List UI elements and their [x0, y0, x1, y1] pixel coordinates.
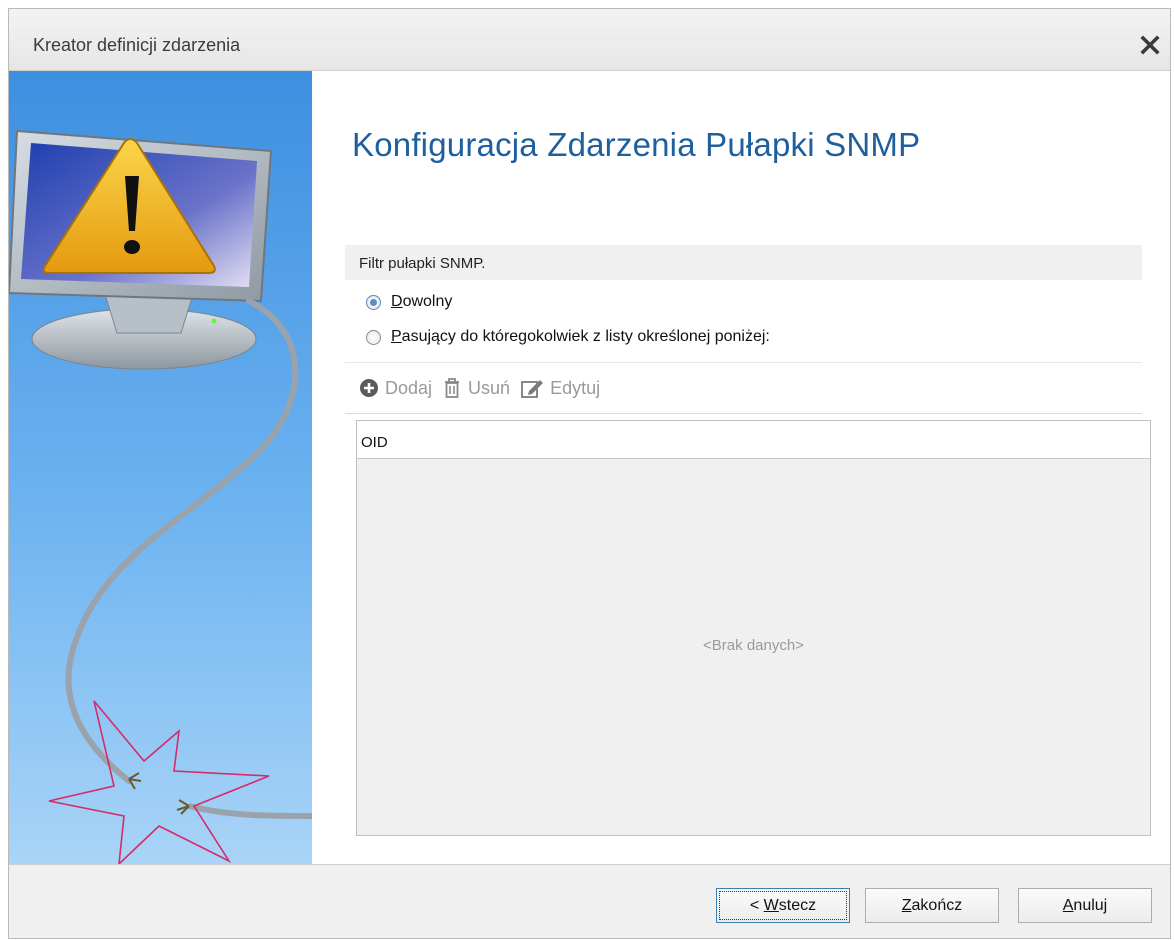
radio-option-list-match[interactable]: Pasujący do któregokolwiek z listy okreś…	[366, 324, 770, 350]
radio-option-list-match-label: Pasujący do któregokolwiek z listy okreś…	[391, 328, 770, 345]
cancel-button-mnemonic: A	[1062, 896, 1074, 914]
radio-unchecked-icon[interactable]	[366, 329, 381, 345]
trash-icon	[445, 378, 460, 398]
cancel-button[interactable]: Anuluj	[1018, 888, 1152, 923]
finish-button-mnemonic: Z	[901, 896, 912, 914]
plus-circle-icon	[360, 379, 378, 397]
close-icon[interactable]	[1136, 31, 1164, 59]
column-header-oid[interactable]: OID	[361, 434, 388, 451]
back-button-rest: stecz	[778, 896, 817, 914]
back-button-mnemonic: W	[763, 896, 779, 914]
radio-checked-icon[interactable]	[366, 294, 381, 310]
filter-group-header: Filtr pułapki SNMP.	[345, 245, 1142, 280]
finish-button-rest: akończ	[911, 896, 963, 914]
back-button-prefix: <	[749, 896, 764, 914]
cancel-button-rest: nuluj	[1073, 896, 1108, 914]
grid-empty-text: <Brak danych>	[703, 637, 804, 654]
oid-grid[interactable]: OID <Brak danych>	[356, 420, 1151, 836]
wizard-footer: < Wstecz Zakończ Anuluj	[9, 864, 1170, 938]
radio-option-any-label: Dowolny	[391, 293, 453, 310]
wizard-dialog: Kreator definicji zdarzenia Konfiguracja…	[8, 8, 1171, 939]
oid-toolbar: Dodaj Usuń Edytuj	[345, 362, 1142, 414]
back-button[interactable]: < Wstecz	[716, 888, 850, 923]
finish-button[interactable]: Zakończ	[865, 888, 999, 923]
delete-button-label: Usuń	[468, 377, 511, 398]
wizard-side-illustration	[9, 71, 312, 864]
radio-option-any[interactable]: Dowolny	[366, 289, 452, 315]
page-title: Konfiguracja Zdarzenia Pułapki SNMP	[352, 126, 921, 163]
delete-button[interactable]: Usuń	[442, 377, 510, 399]
edit-icon	[521, 380, 544, 398]
add-button[interactable]: Dodaj	[359, 378, 432, 399]
window-title: Kreator definicji zdarzenia	[33, 35, 241, 55]
edit-button[interactable]: Edytuj	[520, 377, 600, 399]
filter-group-label: Filtr pułapki SNMP.	[359, 255, 486, 272]
edit-button-label: Edytuj	[550, 377, 601, 398]
title-bar: Kreator definicji zdarzenia	[9, 9, 1170, 71]
grid-header: OID	[357, 421, 1150, 459]
wizard-content: Konfiguracja Zdarzenia Pułapki SNMP Filt…	[312, 71, 1170, 864]
add-button-label: Dodaj	[385, 377, 433, 398]
